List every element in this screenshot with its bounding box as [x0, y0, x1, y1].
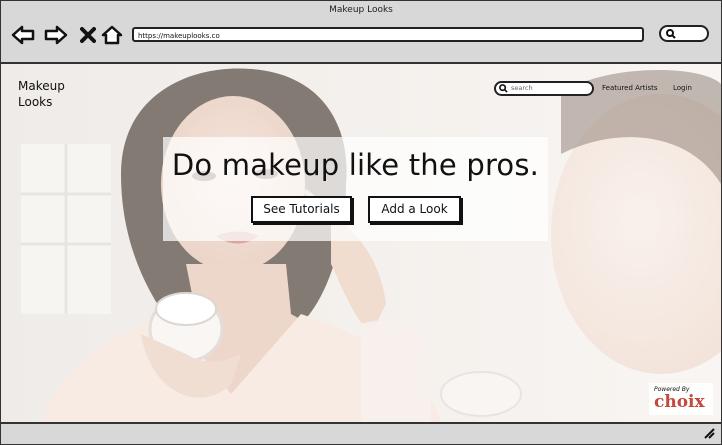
search-icon — [666, 29, 676, 39]
home-icon[interactable] — [98, 22, 126, 48]
powered-by-badge[interactable]: Powered By choix — [649, 383, 713, 415]
site-search-input[interactable]: search — [494, 81, 594, 96]
status-bar — [1, 422, 721, 444]
browser-search-field[interactable] — [659, 25, 709, 42]
forward-arrow-icon[interactable] — [42, 22, 70, 48]
nav-link-featured-artists[interactable]: Featured Artists — [602, 84, 658, 92]
hero-photo — [1, 64, 721, 422]
nav-link-login[interactable]: Login — [673, 84, 692, 92]
brand-line-2: Looks — [18, 95, 53, 109]
hero-panel: Do makeup like the pros. See Tutorials A… — [163, 137, 548, 241]
browser-window: Makeup Looks https://makeuplooks.co Make… — [0, 0, 722, 445]
add-a-look-button[interactable]: Add a Look — [368, 196, 461, 223]
brand-line-1: Makeup — [18, 79, 65, 93]
back-arrow-icon[interactable] — [9, 22, 37, 48]
address-bar[interactable]: https://makeuplooks.co — [132, 27, 644, 42]
resize-grip-icon[interactable] — [703, 427, 715, 439]
hero-title: Do makeup like the pros. — [171, 148, 540, 182]
choix-logo: choix — [654, 392, 705, 412]
see-tutorials-button[interactable]: See Tutorials — [251, 196, 352, 223]
window-title: Makeup Looks — [329, 5, 393, 15]
search-placeholder: search — [511, 84, 533, 92]
search-icon — [499, 84, 508, 93]
site-logo-text[interactable]: Makeup Looks — [18, 78, 88, 110]
browser-toolbar: https://makeuplooks.co — [1, 19, 721, 59]
web-page: Makeup Looks search Featured Artists Log… — [1, 62, 721, 424]
